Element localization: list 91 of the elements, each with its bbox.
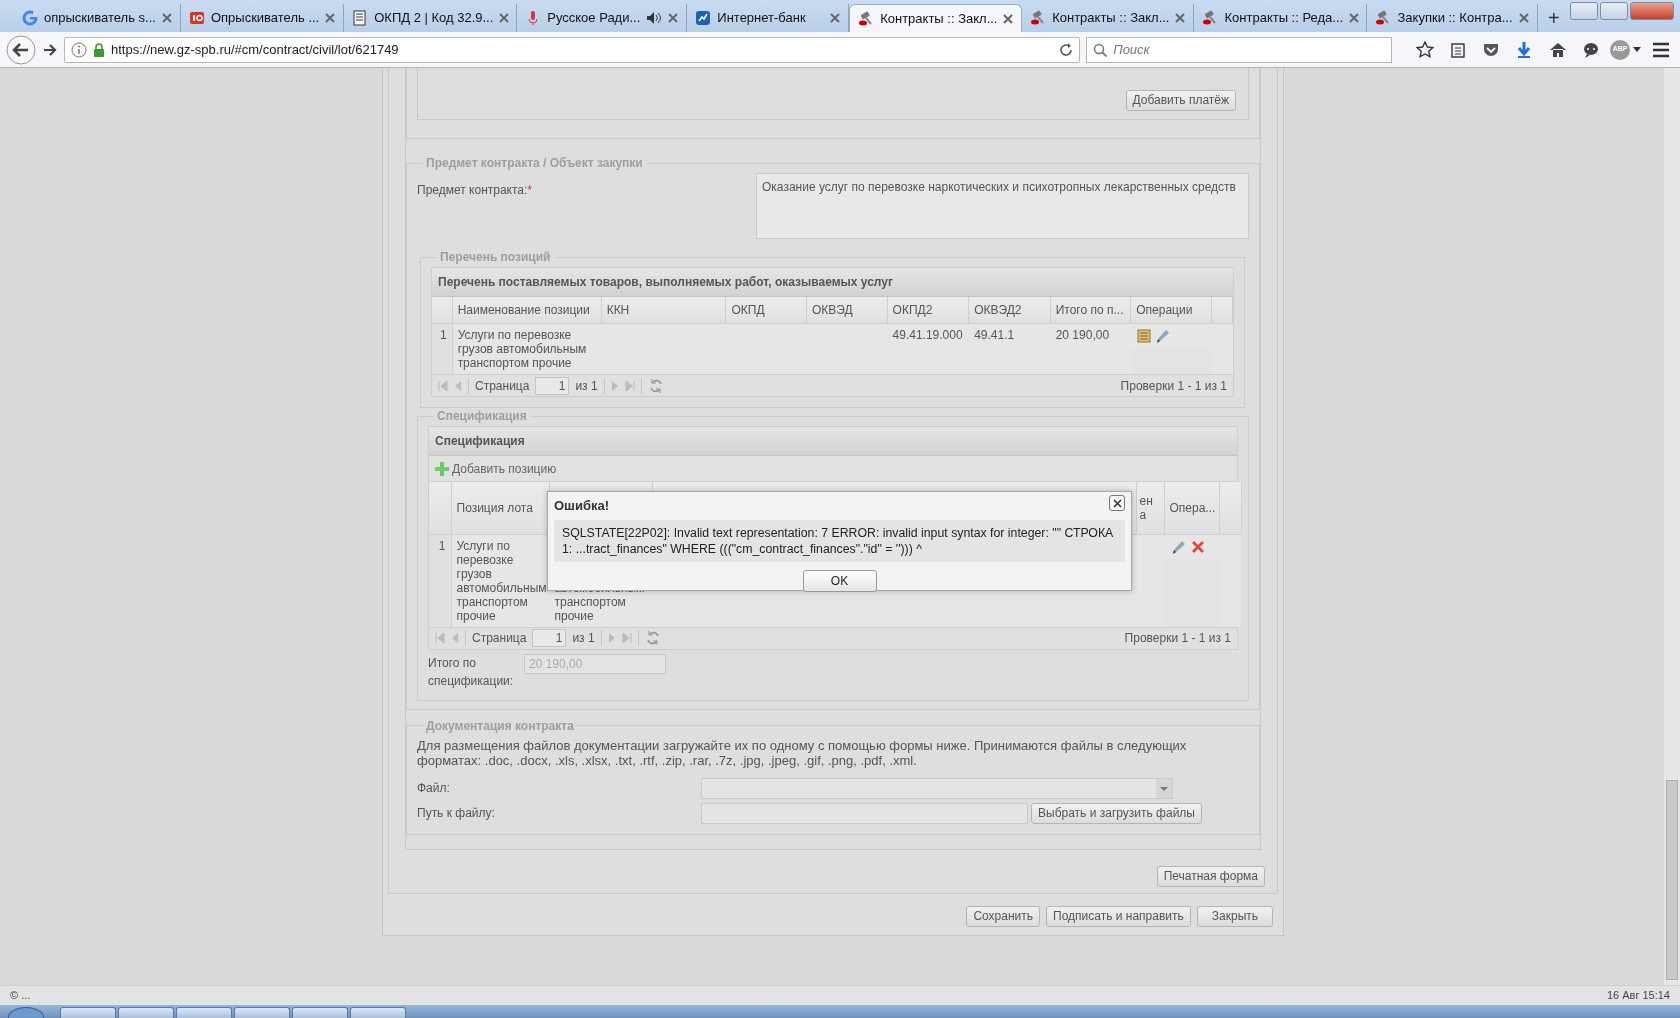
chat-icon[interactable] bbox=[1581, 40, 1600, 59]
gavel-icon bbox=[1030, 10, 1047, 26]
upload-button[interactable]: Выбрать и загрузить файлы bbox=[1031, 802, 1202, 824]
dialog-title: Ошибка! bbox=[554, 497, 610, 515]
close-icon[interactable] bbox=[1349, 13, 1360, 23]
speaker-icon[interactable] bbox=[646, 11, 663, 25]
required-mark: * bbox=[527, 183, 533, 197]
paging-summary: Проверки 1 - 1 из 1 bbox=[1124, 630, 1231, 647]
address-bar[interactable]: https://new.gz-spb.ru/#cm/contract/civil/lot/621749 bbox=[64, 36, 1081, 63]
gavel-icon bbox=[1202, 10, 1219, 26]
page-label: Страница bbox=[472, 630, 527, 647]
close-icon[interactable] bbox=[499, 13, 510, 23]
action-button[interactable]: Подписать и направить bbox=[1046, 905, 1191, 927]
close-icon[interactable] bbox=[1518, 13, 1529, 23]
ok-button[interactable]: OK bbox=[802, 569, 877, 592]
row-number: 1 bbox=[429, 534, 451, 627]
column-header[interactable]: ККН bbox=[606, 303, 630, 317]
page-field[interactable]: 1 bbox=[535, 376, 570, 395]
page-field[interactable]: 1 bbox=[532, 629, 567, 647]
gavel-icon bbox=[1375, 10, 1392, 26]
refresh-icon[interactable] bbox=[647, 377, 664, 394]
gavel-icon bbox=[858, 10, 875, 27]
section-legend: Документация контракта bbox=[423, 719, 577, 732]
table-cell: Услуги по перевозке грузов автомобильным транспортом прочие bbox=[457, 328, 587, 370]
close-icon[interactable] bbox=[1003, 13, 1014, 24]
close-icon bbox=[1112, 498, 1122, 508]
file-path-field[interactable] bbox=[701, 802, 1028, 824]
taskbar-button[interactable] bbox=[118, 1007, 174, 1018]
add-position-button[interactable]: Добавить позицию bbox=[434, 459, 557, 478]
back-icon[interactable] bbox=[6, 34, 36, 65]
page-label: Страница bbox=[475, 377, 530, 395]
forward-icon[interactable] bbox=[42, 41, 58, 58]
search-field[interactable]: Поиск bbox=[1086, 36, 1393, 63]
new-tab-button[interactable]: + bbox=[1537, 4, 1570, 32]
caret-icon[interactable] bbox=[1633, 47, 1642, 52]
action-button[interactable]: Закрыть bbox=[1196, 905, 1273, 927]
scrollbar[interactable] bbox=[1664, 68, 1680, 985]
minimize-button[interactable] bbox=[1570, 2, 1598, 20]
row-number: 1 bbox=[432, 323, 453, 374]
browser-tab[interactable]: Контракты :: Закл... bbox=[849, 4, 1023, 32]
field-label: Файл: bbox=[417, 780, 451, 797]
section-legend: Спецификация bbox=[434, 410, 530, 422]
field-label: Путь к файлу: bbox=[417, 805, 496, 822]
close-button[interactable] bbox=[1109, 495, 1125, 511]
lock-icon bbox=[93, 42, 105, 57]
page-count: из 1 bbox=[575, 377, 598, 395]
scroll-icon[interactable] bbox=[1136, 328, 1153, 344]
menu-icon[interactable] bbox=[1651, 41, 1670, 58]
close-icon[interactable] bbox=[161, 13, 172, 23]
restore-button[interactable] bbox=[1600, 2, 1628, 20]
field-label: Предмет контракта:* bbox=[417, 182, 533, 199]
section-legend: Предмет контракта / Объект закупки bbox=[423, 157, 646, 169]
action-button[interactable]: Сохранить bbox=[966, 905, 1041, 927]
taskbar-button[interactable] bbox=[60, 1007, 116, 1018]
taskbar-button[interactable] bbox=[234, 1007, 290, 1018]
table-cell: Услуги по перевозке грузов автомобильным транспортом прочие bbox=[456, 538, 547, 623]
paging-summary: Проверки 1 - 1 из 1 bbox=[1120, 377, 1227, 395]
star-icon[interactable] bbox=[1416, 40, 1435, 59]
status-text: © ... bbox=[10, 988, 31, 1004]
logo-icon bbox=[188, 10, 205, 26]
table-cell: 49.41.1 bbox=[974, 328, 1015, 342]
table-cell: 49.41.19.000 bbox=[892, 328, 963, 342]
close-icon[interactable] bbox=[668, 13, 679, 23]
taskbar-button[interactable] bbox=[350, 1007, 406, 1018]
info-text: Для размещения файлов документации загружайте их по одному с помощью формы ниже. Принимаются файлы в следующих форматах: .doc, .docx, .xls, .xlsx, .txt, .rtf, .zip, .rar, .7z, .jpg, .jpeg, .gif, .png, .pdf, .xml. bbox=[417, 737, 1188, 768]
taskbar-button[interactable] bbox=[176, 1007, 232, 1018]
refresh-icon[interactable] bbox=[644, 630, 661, 646]
error-message: SQLSTATE[22P02]: Invalid text representation: 7 ERROR: invalid input syntax for integer: "" СТРОКА 1: ...tract_finances" WHERE ((("cm_contract_finances"."id" = ''))) ^ bbox=[554, 519, 1125, 562]
section-legend: Перечень позиций bbox=[437, 251, 554, 263]
scrollbar-thumb[interactable] bbox=[1666, 780, 1678, 980]
table-cell: 20 190,00 bbox=[1055, 328, 1110, 342]
g-letter-icon bbox=[22, 10, 38, 26]
page-count: из 1 bbox=[572, 630, 595, 647]
plus-icon bbox=[434, 460, 450, 477]
document-icon bbox=[352, 10, 369, 26]
reload-icon[interactable] bbox=[1059, 42, 1074, 57]
add-payment-button[interactable]: Добавить платёж bbox=[1125, 90, 1236, 111]
field-label: Итого по спецификации: bbox=[428, 654, 514, 690]
status-clock: 16 Авг 15:14 bbox=[1606, 988, 1670, 1004]
caret-icon bbox=[1156, 778, 1172, 798]
info-icon[interactable] bbox=[71, 41, 87, 58]
close-icon[interactable] bbox=[1175, 13, 1186, 23]
print-form-button[interactable]: Печатная форма bbox=[1156, 865, 1265, 887]
home-icon[interactable] bbox=[1548, 40, 1567, 59]
taskbar-button[interactable] bbox=[292, 1007, 348, 1018]
subject-field[interactable]: Оказание услуг по перевозке наркотических и психотропных лекарственных средств bbox=[756, 173, 1249, 239]
close-icon[interactable] bbox=[830, 13, 841, 23]
bank-logo-icon bbox=[695, 10, 712, 26]
clipboard-icon[interactable] bbox=[1449, 40, 1468, 59]
close-icon[interactable] bbox=[325, 13, 336, 23]
pencil-icon[interactable] bbox=[1154, 328, 1171, 344]
